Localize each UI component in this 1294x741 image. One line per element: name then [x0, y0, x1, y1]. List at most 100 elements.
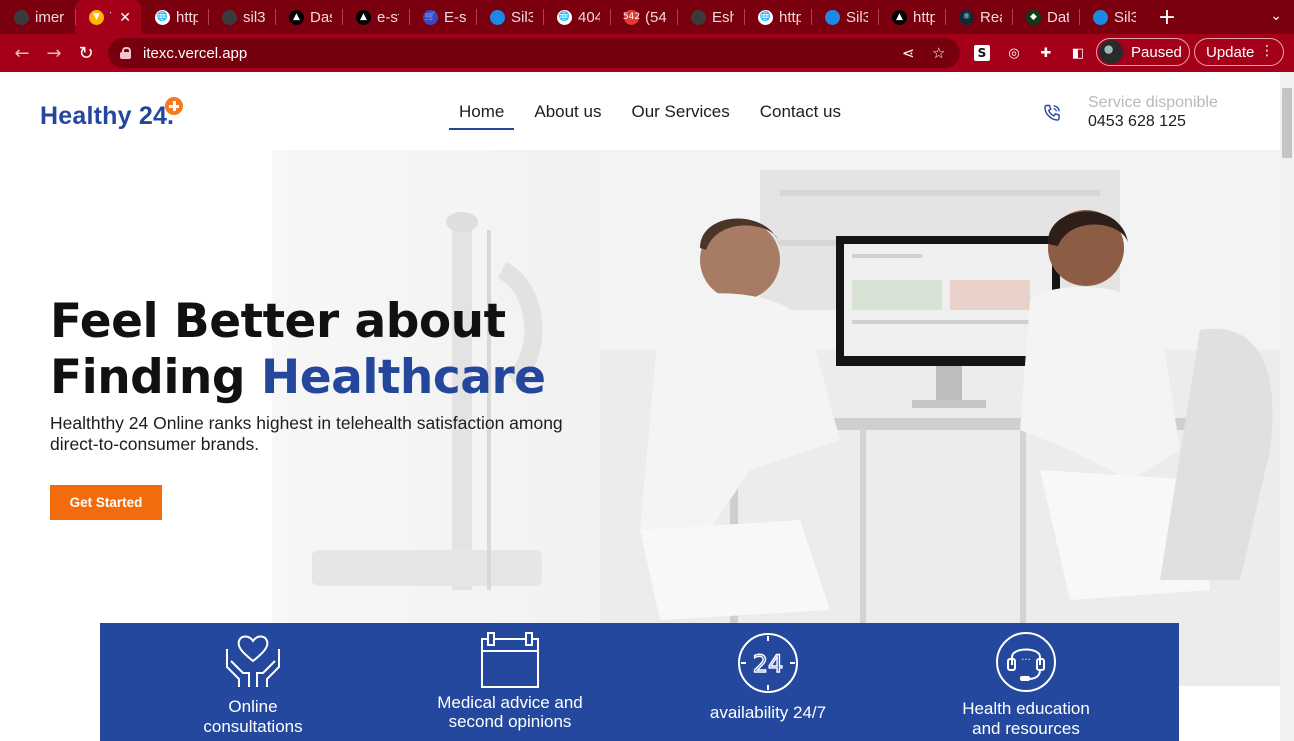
address-bar[interactable]: itexc.vercel.app ⋖ ☆ — [108, 38, 960, 68]
extension-target-icon[interactable]: ◎ — [1006, 45, 1022, 61]
forward-arrow-icon[interactable]: → — [38, 37, 70, 69]
close-tab-icon[interactable]: ✕ — [119, 9, 131, 26]
hero-title-line1: Feel Better about — [50, 294, 506, 349]
tab-favicon-icon: ▼ — [89, 9, 104, 25]
calendar-icon — [481, 632, 539, 688]
nav-contact-us[interactable]: Contact us — [750, 102, 851, 130]
hero-title: Feel Better about Finding Healthcare — [50, 294, 546, 406]
browser-tab[interactable]: ◆ Data — [1012, 0, 1079, 34]
update-label: Update — [1206, 43, 1255, 61]
browser-tab[interactable]: ▼ V ✕ — [75, 0, 141, 34]
tab-title: http — [779, 8, 801, 26]
feature-online-consultations[interactable]: Online consultations — [153, 631, 353, 737]
tab-favicon-icon: ▲ — [356, 9, 371, 25]
tab-title: Data — [1047, 8, 1069, 26]
browser-tab[interactable]: imer — [0, 0, 75, 34]
new-tab-button[interactable]: + — [1150, 5, 1184, 30]
browser-tab[interactable]: Sil3a — [1079, 0, 1146, 34]
site-logo[interactable]: Healthy 24. — [40, 97, 183, 131]
hero-title-line2: Finding — [50, 350, 261, 405]
tab-favicon-icon: 🌐 — [155, 9, 170, 25]
tab-search-chevron-icon[interactable]: ⌄ — [1270, 8, 1282, 24]
tab-title: http — [913, 8, 935, 26]
share-icon[interactable]: ⋖ — [902, 44, 915, 62]
browser-tab[interactable]: 🌐 http — [744, 0, 811, 34]
url-text: itexc.vercel.app — [143, 44, 248, 62]
service-label: Service disponible — [1088, 94, 1218, 111]
feature-label: availability 24/7 — [709, 703, 827, 722]
update-button[interactable]: Update ⋮ — [1194, 38, 1284, 66]
feature-availability[interactable]: 24 availability 24/7 — [668, 631, 868, 723]
extensions-puzzle-icon[interactable]: ✚ — [1038, 45, 1054, 61]
tab-favicon-icon — [691, 9, 706, 25]
headset-support-icon: ··· — [996, 632, 1056, 692]
browser-tab[interactable]: 🌐 404: — [543, 0, 610, 34]
tab-title: (542 — [645, 8, 667, 26]
tab-title: Esh — [712, 8, 734, 26]
hero-subtitle: Healththy 24 Online ranks highest in tel… — [50, 413, 563, 454]
tab-favicon-icon: 542 — [623, 9, 640, 25]
tab-title: V — [110, 9, 111, 26]
browser-tab[interactable]: 🛒 E-sto — [409, 0, 476, 34]
tab-favicon-icon: 🌐 — [557, 9, 572, 25]
service-phone[interactable]: 0453 628 125 — [1088, 113, 1218, 131]
browser-tab[interactable]: ▲ http — [878, 0, 945, 34]
tab-favicon-icon: 🛒 — [423, 9, 438, 25]
web-page: Healthy 24. Home About us Our Services C… — [0, 72, 1280, 741]
tab-title: 404: — [578, 8, 600, 26]
tab-favicon-icon — [14, 9, 29, 25]
kebab-menu-icon[interactable]: ⋮ — [1260, 43, 1274, 59]
browser-tab[interactable]: Sil3a — [811, 0, 878, 34]
page-scrollbar[interactable] — [1280, 72, 1294, 741]
tab-favicon-icon — [825, 9, 840, 25]
reload-icon[interactable]: ↻ — [70, 37, 102, 69]
back-arrow-icon[interactable]: ← — [6, 37, 38, 69]
tab-favicon-icon: ◆ — [1026, 9, 1041, 25]
tab-title: http — [176, 8, 198, 26]
browser-tab[interactable]: Esh — [677, 0, 744, 34]
browser-tab[interactable]: ▲ e-sto — [342, 0, 409, 34]
tab-title: imer — [35, 8, 65, 26]
browser-tab[interactable]: sil3a — [208, 0, 275, 34]
tab-title: E-sto — [444, 8, 466, 26]
service-contact: Service disponible 0453 628 125 — [1042, 94, 1218, 131]
feature-health-education[interactable]: ··· Health education and resources — [926, 631, 1126, 739]
browser-tab[interactable]: 542 (542 — [610, 0, 677, 34]
svg-text:···: ··· — [1021, 655, 1031, 666]
tab-favicon-icon — [222, 9, 237, 25]
browser-tab[interactable]: Sil3a — [476, 0, 543, 34]
profile-status-label: Paused — [1131, 43, 1182, 61]
tab-title: Sil3a — [846, 8, 868, 26]
tab-favicon-icon: ▲ — [289, 9, 304, 25]
feature-label: Online consultations — [203, 697, 303, 736]
doctor-patient-photo — [600, 150, 1280, 686]
bookmark-star-icon[interactable]: ☆ — [932, 44, 945, 62]
browser-tab[interactable]: ⚛ Reac — [945, 0, 1012, 34]
tab-title: Sil3a — [1114, 8, 1136, 26]
logo-text: Healthy 24. — [40, 102, 175, 130]
feature-label: Health education and resources — [962, 699, 1090, 738]
feature-medical-advice[interactable]: Medical advice and second opinions — [410, 631, 610, 731]
tab-favicon-icon: ⚛ — [959, 9, 974, 25]
profile-button[interactable]: Paused — [1096, 38, 1190, 66]
browser-tab[interactable]: ▲ Dash — [275, 0, 342, 34]
scrollbar-thumb[interactable] — [1282, 88, 1292, 158]
browser-toolbar: ← → ↻ itexc.vercel.app ⋖ ☆ S ◎ ✚ ◧ Pause… — [0, 34, 1294, 72]
get-started-button[interactable]: Get Started — [50, 485, 162, 520]
phone-icon — [1044, 104, 1060, 121]
features-bar: Online consultations Medical advice and … — [100, 623, 1179, 741]
care-hands-heart-icon — [226, 635, 280, 687]
side-panel-icon[interactable]: ◧ — [1070, 45, 1086, 61]
extension-s-icon[interactable]: S — [974, 45, 990, 61]
consultation-illustration — [600, 150, 1280, 686]
hero-title-accent: Healthcare — [260, 350, 546, 405]
nav-our-services[interactable]: Our Services — [621, 102, 739, 130]
nav-home[interactable]: Home — [449, 102, 515, 130]
tab-strip: imer ▼ V ✕ 🌐 http sil3a ▲ Dash ▲ e-sto 🛒 E-sto Sil3a 🌐… — [0, 0, 1294, 34]
clock-24-icon: 24 — [738, 633, 798, 693]
tab-title: e-sto — [377, 8, 399, 26]
browser-tab[interactable]: 🌐 http — [141, 0, 208, 34]
nav-about-us[interactable]: About us — [524, 102, 611, 130]
svg-text:24: 24 — [753, 650, 784, 678]
tab-favicon-icon: ▲ — [892, 9, 907, 25]
